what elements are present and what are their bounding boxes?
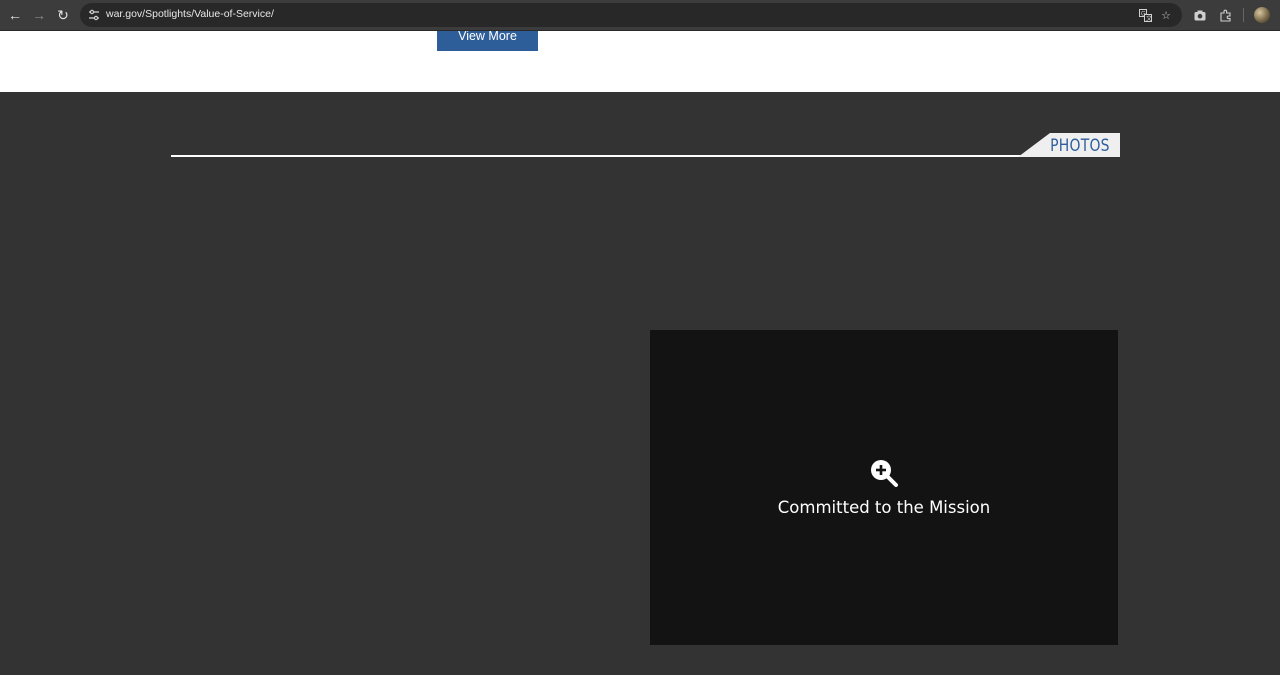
section-heading: PHOTOS [1050,136,1110,156]
address-bar[interactable]: war.gov/Spotlights/Value-of-Service/ G文 … [80,3,1182,27]
photo-caption[interactable]: Committed to the Mission [650,498,1118,517]
view-more-button[interactable]: View More [437,31,538,51]
avatar[interactable] [1254,7,1270,23]
puzzle-icon[interactable] [1216,6,1234,24]
web-page: View More PHOTOS Committed to the Missio… [0,31,1280,675]
section-divider [171,155,1120,157]
forward-arrow-icon[interactable]: → [28,4,50,26]
browser-toolbar: ← → ↻ war.gov/Spotlights/Value-of-Servic… [0,0,1280,31]
zoom-in-icon[interactable] [869,458,899,488]
back-arrow-icon[interactable]: ← [4,4,26,26]
translate-icon[interactable]: G文 [1137,7,1153,23]
content-area-white: View More [0,31,1280,92]
photo-card[interactable]: Committed to the Mission [650,330,1118,645]
section-heading-tab: PHOTOS [1018,133,1120,157]
photos-section: PHOTOS Committed to the Mission [0,92,1280,675]
star-icon[interactable]: ☆ [1158,7,1174,23]
tune-icon[interactable] [86,7,102,23]
reload-icon[interactable]: ↻ [52,4,74,26]
url-text[interactable]: war.gov/Spotlights/Value-of-Service/ [106,8,274,20]
camera-icon[interactable] [1191,6,1209,24]
svg-text:文: 文 [1146,14,1152,22]
toolbar-divider [1243,8,1244,22]
